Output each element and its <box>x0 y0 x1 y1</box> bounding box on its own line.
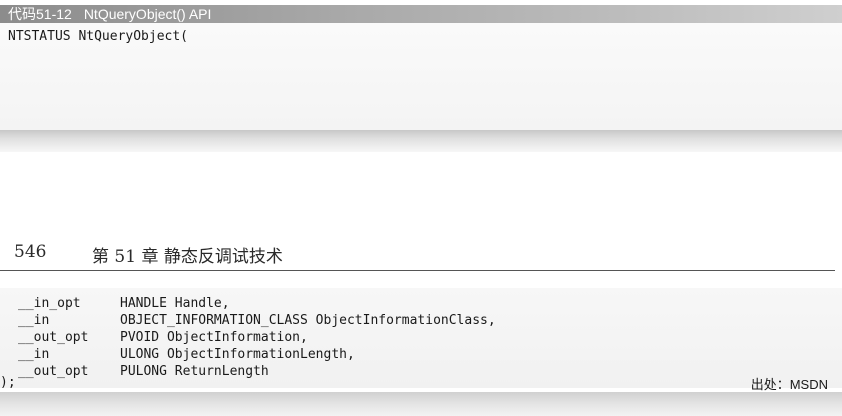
listing-label: 代码51-12 <box>8 6 72 22</box>
code-first-line: NTSTATUS NtQueryObject( <box>8 29 189 44</box>
listing-name: NtQueryObject() API <box>83 6 212 22</box>
source-note: 出处：MSDN <box>750 377 828 392</box>
code-param-row: __in OBJECT_INFORMATION_CLASS ObjectInfo… <box>0 313 496 330</box>
param-qualifier: __out_opt <box>18 364 89 379</box>
code-param-row: __in ULONG ObjectInformationLength, <box>0 347 355 364</box>
param-declaration: PVOID ObjectInformation, <box>120 330 308 345</box>
param-declaration: ULONG ObjectInformationLength, <box>120 347 355 362</box>
code-box-lower-shadow <box>0 392 842 416</box>
param-declaration: OBJECT_INFORMATION_CLASS ObjectInformati… <box>120 313 496 328</box>
document-page: 代码51-12 NtQueryObject() API NTSTATUS NtQu… <box>0 0 842 416</box>
code-param-row: __out_opt PVOID ObjectInformation, <box>0 330 308 347</box>
param-qualifier: __in_opt <box>18 296 81 311</box>
code-closing: ); <box>0 375 16 390</box>
param-qualifier: __in <box>18 313 50 328</box>
page-number: 546 <box>14 242 47 262</box>
header-rule <box>0 270 835 271</box>
param-qualifier: __in <box>18 347 50 362</box>
code-param-row: __in_opt HANDLE Handle, <box>0 296 230 313</box>
param-declaration: HANDLE Handle, <box>120 296 230 311</box>
page-header: 546 第 51 章 静态反调试技术 <box>0 242 842 268</box>
code-box-top: NTSTATUS NtQueryObject( <box>0 23 842 130</box>
param-declaration: PULONG ReturnLength <box>120 364 269 379</box>
listing-title-bar: 代码51-12 NtQueryObject() API <box>0 5 842 23</box>
param-qualifier: __out_opt <box>18 330 89 345</box>
chapter-title: 第 51 章 静态反调试技术 <box>92 247 283 267</box>
code-box-shadow <box>0 130 842 152</box>
listing-title: 代码51-12 NtQueryObject() API <box>8 5 211 23</box>
